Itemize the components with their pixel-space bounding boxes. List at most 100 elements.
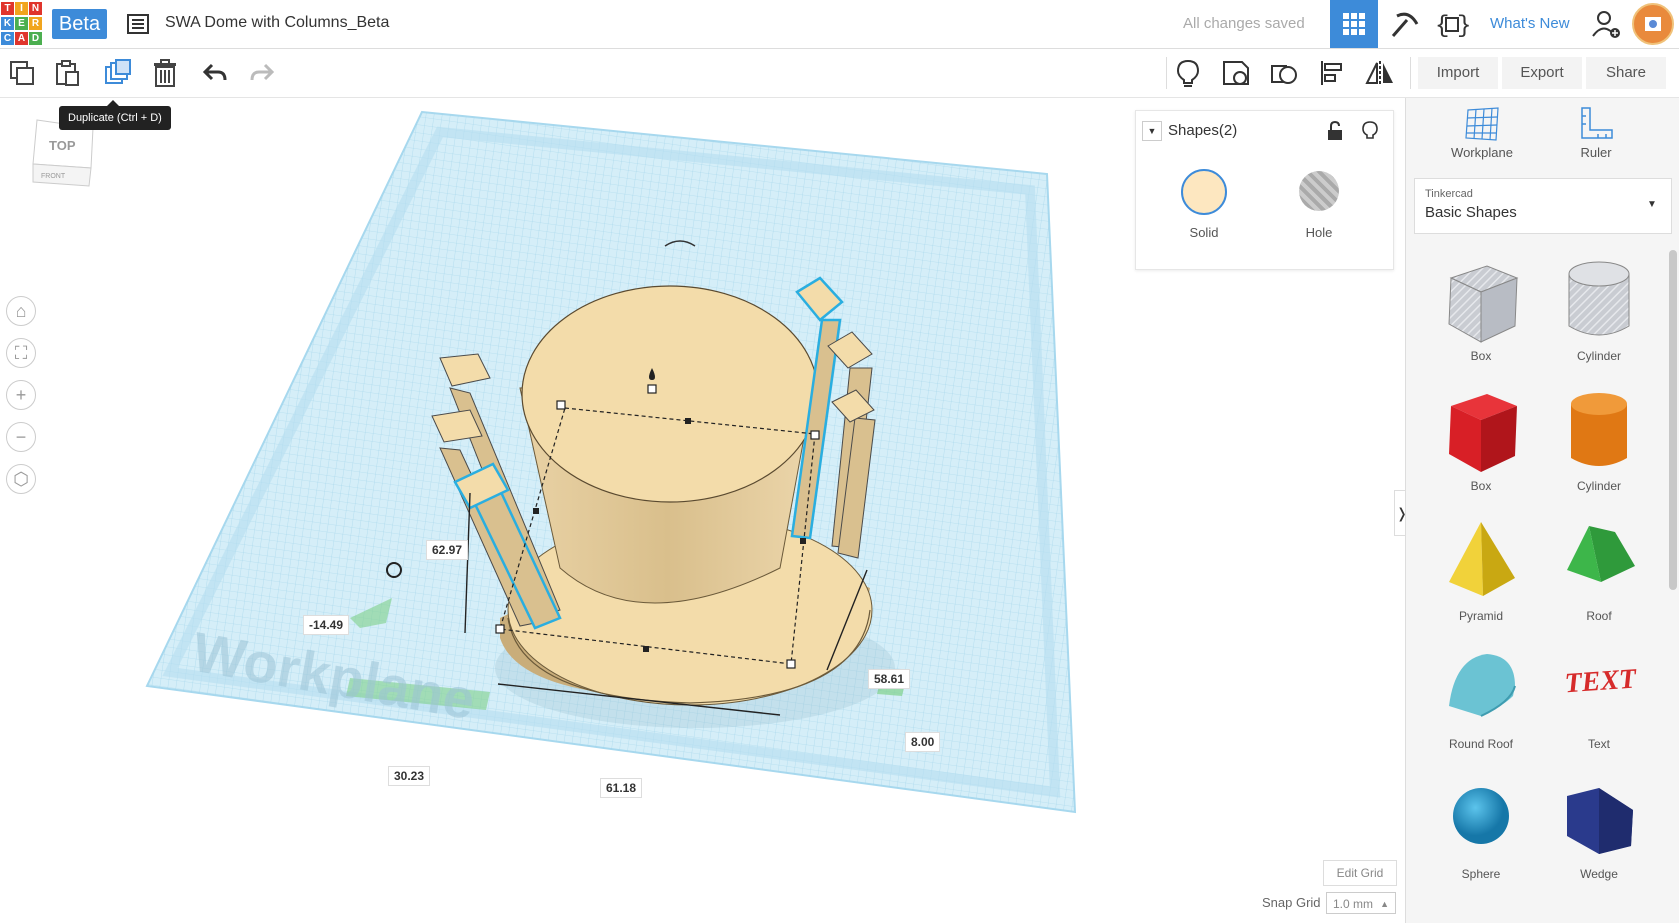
undo-button[interactable] bbox=[197, 55, 233, 91]
box-icon bbox=[1449, 394, 1517, 472]
lightbulb-icon bbox=[1176, 59, 1200, 87]
avatar-image-icon bbox=[1645, 17, 1661, 31]
delete-button[interactable] bbox=[147, 55, 183, 91]
cylinder-hole-icon bbox=[1568, 261, 1630, 336]
shape-sphere[interactable]: Sphere bbox=[1426, 776, 1536, 881]
share-button[interactable]: Share bbox=[1586, 57, 1666, 89]
hole-label: Hole bbox=[1305, 225, 1333, 240]
solid-swatch[interactable] bbox=[1181, 169, 1227, 215]
shape-cylinder-hole[interactable]: Cylinder bbox=[1544, 258, 1654, 363]
dimension-height-label[interactable]: 62.97 bbox=[426, 540, 469, 560]
import-button[interactable]: Import bbox=[1418, 57, 1498, 89]
hole-swatch[interactable] bbox=[1299, 171, 1339, 211]
save-status: All changes saved bbox=[1183, 15, 1305, 32]
fit-view-button[interactable]: ⛶ bbox=[6, 338, 36, 368]
minecraft-view-button[interactable] bbox=[1380, 0, 1428, 48]
align-button[interactable] bbox=[1314, 55, 1350, 91]
svg-text:}: } bbox=[1457, 13, 1469, 38]
library-name: Basic Shapes bbox=[1425, 204, 1517, 221]
ruler-tool-button[interactable]: Ruler bbox=[1556, 106, 1636, 160]
workplane-tool-button[interactable]: Workplane bbox=[1442, 106, 1522, 160]
dimension-depth-label[interactable]: 58.61 bbox=[868, 669, 911, 689]
account-button[interactable] bbox=[1582, 0, 1630, 48]
shape-round-roof[interactable]: Round Roof bbox=[1426, 646, 1536, 751]
chevron-down-icon: ▼ bbox=[1147, 126, 1157, 136]
dimension-offset-label[interactable]: -14.49 bbox=[303, 615, 350, 635]
snap-grid-select[interactable]: 1.0 mm ▲ bbox=[1326, 892, 1396, 914]
mirror-icon bbox=[1365, 61, 1393, 85]
ungroup-icon bbox=[1271, 65, 1297, 84]
dimension-elevation-label[interactable]: 8.00 bbox=[905, 732, 941, 752]
mirror-button[interactable] bbox=[1362, 55, 1398, 91]
library-category: Tinkercad bbox=[1425, 188, 1473, 200]
home-view-button[interactable]: ⌂ bbox=[6, 296, 36, 326]
shape-library-select[interactable]: Tinkercad Basic Shapes ▼ bbox=[1414, 178, 1672, 234]
notes-button[interactable] bbox=[1170, 55, 1206, 91]
logo-letter: I bbox=[15, 2, 28, 15]
snap-grid-label: Snap Grid bbox=[1262, 895, 1321, 910]
copy-icon bbox=[10, 61, 34, 85]
shape-text[interactable]: TEXT Text bbox=[1544, 646, 1654, 751]
shape-label: Cylinder bbox=[1576, 479, 1621, 493]
logo-letter: C bbox=[1, 32, 14, 45]
avatar[interactable] bbox=[1632, 3, 1674, 45]
caret-down-icon: ▼ bbox=[1647, 199, 1657, 210]
lock-button[interactable] bbox=[1326, 120, 1344, 146]
wedge-icon bbox=[1567, 788, 1633, 854]
logo-letter: R bbox=[29, 17, 42, 30]
solid-label: Solid bbox=[1189, 225, 1219, 240]
shape-label: Sphere bbox=[1461, 867, 1501, 881]
collapse-inspector-button[interactable]: ▼ bbox=[1142, 121, 1162, 141]
view-cube-top-label: TOP bbox=[49, 138, 76, 153]
inspector-title: Shapes(2) bbox=[1168, 122, 1238, 139]
workplane-tool-label: Workplane bbox=[1451, 145, 1513, 160]
align-icon bbox=[1321, 61, 1342, 85]
toolbar-divider bbox=[1410, 57, 1411, 89]
light-button[interactable] bbox=[1362, 121, 1378, 146]
box-hole-icon bbox=[1448, 265, 1519, 343]
3d-design-view-button[interactable] bbox=[1330, 0, 1378, 48]
lock-icon bbox=[1328, 120, 1342, 140]
design-list-icon[interactable] bbox=[127, 14, 149, 39]
svg-text:TEXT: TEXT bbox=[1564, 663, 1639, 699]
export-button[interactable]: Export bbox=[1502, 57, 1582, 89]
chevron-up-icon: ▲ bbox=[1380, 899, 1389, 909]
shape-box-hole[interactable]: Box bbox=[1426, 258, 1536, 363]
shape-pyramid[interactable]: Pyramid bbox=[1426, 518, 1536, 623]
zoom-in-button[interactable]: + bbox=[6, 380, 36, 410]
roof-icon bbox=[1567, 526, 1635, 582]
zoom-out-button[interactable]: − bbox=[6, 422, 36, 452]
project-title[interactable]: SWA Dome with Columns_Beta bbox=[165, 14, 389, 32]
code-braces-icon: {} bbox=[1435, 13, 1469, 38]
group-button[interactable] bbox=[1218, 55, 1254, 91]
duplicate-button[interactable] bbox=[100, 55, 136, 91]
top-bar: T I N K E R C A D Beta SWA Dome with Col… bbox=[0, 0, 1679, 49]
plus-icon: + bbox=[15, 384, 27, 405]
group-icon bbox=[1223, 61, 1249, 85]
redo-button[interactable] bbox=[244, 55, 280, 91]
paste-button[interactable] bbox=[50, 55, 86, 91]
edit-grid-button[interactable]: Edit Grid bbox=[1323, 860, 1397, 886]
text-shape-icon: TEXT bbox=[1564, 663, 1639, 699]
dimension-width-label[interactable]: 61.18 bbox=[600, 778, 643, 798]
copy-button[interactable] bbox=[4, 55, 40, 91]
duplicate-icon bbox=[105, 59, 131, 84]
perspective-button[interactable]: ⬡ bbox=[6, 464, 36, 494]
shape-wedge[interactable]: Wedge bbox=[1544, 776, 1654, 881]
pyramid-icon bbox=[1449, 522, 1515, 596]
tinkercad-logo[interactable]: T I N K E R C A D bbox=[0, 0, 44, 48]
workplane-icon bbox=[1465, 107, 1499, 141]
ruler-tool-label: Ruler bbox=[1580, 145, 1612, 160]
shape-roof[interactable]: Roof bbox=[1544, 518, 1654, 623]
dimension-x-offset-label[interactable]: 30.23 bbox=[388, 766, 431, 786]
user-add-icon bbox=[1592, 11, 1620, 38]
codeblocks-view-button[interactable]: {} bbox=[1428, 0, 1476, 48]
whats-new-link[interactable]: What's New bbox=[1490, 15, 1570, 32]
ungroup-button[interactable] bbox=[1266, 55, 1302, 91]
cylinder-icon bbox=[1571, 393, 1627, 466]
shape-cylinder[interactable]: Cylinder bbox=[1544, 388, 1654, 493]
shape-box[interactable]: Box bbox=[1426, 388, 1536, 493]
shape-label: Box bbox=[1470, 349, 1492, 363]
panel-scrollbar[interactable] bbox=[1669, 250, 1677, 590]
fit-icon: ⛶ bbox=[14, 342, 28, 363]
